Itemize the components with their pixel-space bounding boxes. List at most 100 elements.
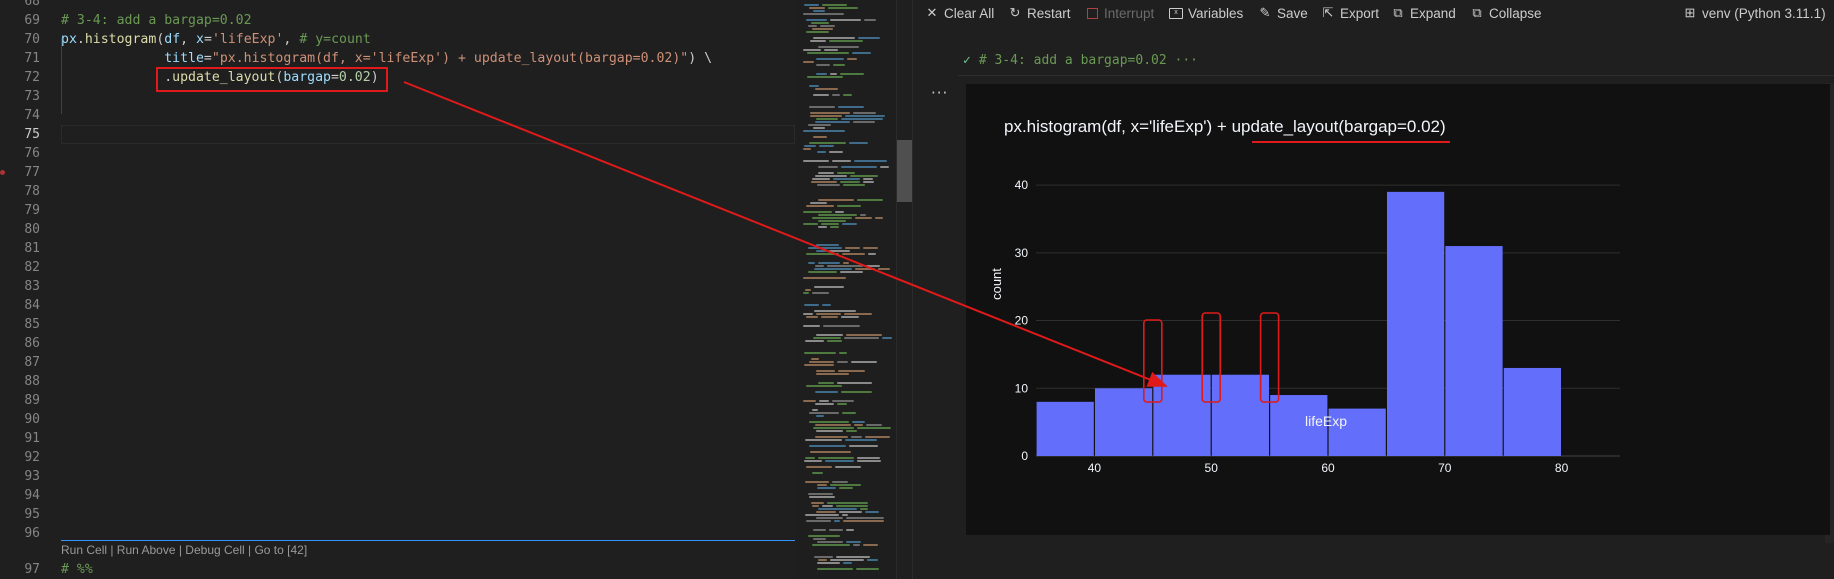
variables-button[interactable]: x Variables <box>1169 4 1243 22</box>
code-token: , <box>283 32 300 47</box>
code-token: # 3-4: add a bargap=0.02 <box>61 13 252 28</box>
line-number: 95 <box>24 507 40 522</box>
collapse-button[interactable]: ⧉ Collapse <box>1470 4 1542 22</box>
minimap-line <box>849 445 878 447</box>
line-number: 90 <box>24 412 40 427</box>
minimap-line <box>803 313 813 315</box>
histogram-plot[interactable]: px.histogram(df, x='lifeExp') + update_l… <box>966 84 1830 535</box>
minimap-line <box>820 25 835 27</box>
expand-button[interactable]: ⧉ Expand <box>1391 4 1455 22</box>
editor-scrollbar[interactable] <box>896 0 913 579</box>
minimap-line <box>816 430 843 432</box>
scrollbar-thumb[interactable] <box>897 140 913 202</box>
y-tick-label: 30 <box>1015 246 1029 260</box>
cell-more-icon[interactable]: ··· <box>931 84 948 102</box>
y-tick-label: 40 <box>1015 178 1029 192</box>
minimap-line <box>843 184 865 186</box>
minimap-line <box>815 391 838 393</box>
line-number: 79 <box>24 203 40 218</box>
code-line[interactable]: title="px.histogram(df, x='lifeExp') + u… <box>61 49 712 68</box>
minimap-line <box>812 28 833 30</box>
minimap-line <box>809 496 835 498</box>
minimap-line <box>807 52 849 54</box>
export-button[interactable]: ⇱ Export <box>1321 4 1379 22</box>
minimap-line <box>851 361 877 363</box>
minimap-line <box>808 124 831 126</box>
minimap-line <box>806 520 831 522</box>
code-editor[interactable]: 68 69 # 3-4: add a bargap=0.02 70 px.histogr… <box>0 0 795 579</box>
interrupt-button[interactable]: Interrupt <box>1085 4 1154 22</box>
minimap-line <box>823 325 860 327</box>
minimap-line <box>875 217 883 219</box>
minimap-line <box>803 13 844 15</box>
line-number: 96 <box>24 526 40 541</box>
minimap-line <box>815 175 847 177</box>
line-number: 80 <box>24 222 40 237</box>
minimap-line <box>804 145 816 147</box>
minimap-line <box>836 505 868 507</box>
minimap-line <box>818 559 827 561</box>
histogram-bar[interactable] <box>1036 401 1094 456</box>
minimap-line <box>827 265 863 267</box>
save-button[interactable]: ✎ Save <box>1258 4 1308 22</box>
restart-button[interactable]: ↻ Restart <box>1008 4 1071 22</box>
minimap-line <box>853 112 876 114</box>
minimap-line <box>818 166 838 168</box>
minimap-line <box>846 430 857 432</box>
export-label: Export <box>1340 5 1380 21</box>
minimap-line <box>810 451 851 453</box>
minimap-line <box>829 529 843 531</box>
histogram-bar[interactable] <box>1503 367 1562 456</box>
minimap-line <box>806 31 829 33</box>
minimap-line <box>865 436 890 438</box>
minimap-line <box>842 223 857 225</box>
kernel-picker[interactable]: ⊞ venv (Python 3.11.1) <box>1683 4 1826 22</box>
minimap-line <box>863 544 878 546</box>
minimap-line <box>803 223 818 225</box>
minimap-line <box>849 142 868 144</box>
minimap-line <box>809 421 849 423</box>
collapse-label: Collapse <box>1489 5 1542 21</box>
minimap-line <box>853 121 875 123</box>
histogram-bar[interactable] <box>1445 246 1503 456</box>
minimap-line <box>832 160 851 162</box>
minimap-line <box>817 562 840 564</box>
line-number: 84 <box>24 298 40 313</box>
minimap[interactable] <box>795 0 896 579</box>
y-tick-label: 0 <box>1021 449 1028 463</box>
cell-header[interactable]: ✓ # 3-4: add a bargap=0.02 ··· <box>963 53 1198 68</box>
minimap-line <box>814 286 844 288</box>
y-tick-label: 10 <box>1015 381 1029 395</box>
minimap-line <box>810 202 827 204</box>
minimap-line <box>837 382 872 384</box>
interactive-window: ✕ Clear All ↻ Restart Interrupt x Variab… <box>912 0 1834 579</box>
code-token: df <box>164 32 181 47</box>
minimap-line <box>815 424 851 426</box>
minimap-line <box>809 106 835 108</box>
minimap-line <box>816 370 835 372</box>
code-line[interactable]: # %% <box>61 560 93 579</box>
minimap-line <box>810 112 850 114</box>
line-number: 68 <box>24 0 40 9</box>
variables-icon: x <box>1169 6 1183 20</box>
minimap-line <box>822 304 831 306</box>
minimap-line <box>803 61 814 63</box>
minimap-line <box>812 505 819 507</box>
minimap-line <box>807 76 843 78</box>
minimap-line <box>821 223 839 225</box>
minimap-line <box>812 178 830 180</box>
code-line[interactable]: px.histogram(df, x='lifeExp', # y=count <box>61 30 371 49</box>
minimap-line <box>852 52 871 54</box>
histogram-bar[interactable] <box>1386 191 1445 456</box>
minimap-line <box>808 247 842 249</box>
minimap-line <box>813 94 829 96</box>
code-line[interactable]: # 3-4: add a bargap=0.02 <box>61 11 252 30</box>
minimap-line <box>827 340 842 342</box>
minimap-line <box>806 466 832 468</box>
minimap-line <box>816 373 849 375</box>
clear-all-button[interactable]: ✕ Clear All <box>925 4 995 22</box>
line-number: 70 <box>24 32 40 47</box>
cell-codelens[interactable]: Run Cell | Run Above | Debug Cell | Go t… <box>61 543 307 557</box>
x-tick-label: 40 <box>1088 461 1102 475</box>
minimap-line <box>860 508 868 510</box>
